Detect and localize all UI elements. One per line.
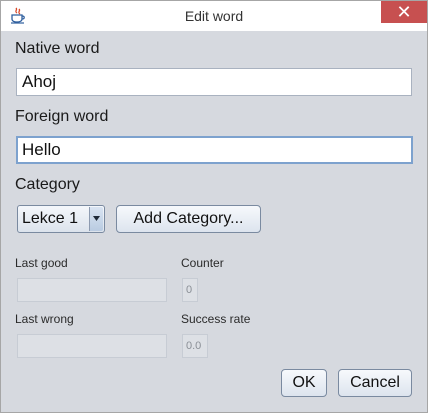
dialog-content: Native word Ahoj Foreign word Hello Cate… xyxy=(1,31,427,412)
edit-word-dialog: Edit word ✕ Native word Ahoj Foreign wor… xyxy=(0,0,428,413)
success-rate-label: Success rate xyxy=(181,312,251,326)
foreign-word-field[interactable]: Hello xyxy=(16,136,413,164)
ok-button[interactable]: OK xyxy=(281,369,327,397)
close-icon: ✕ xyxy=(396,2,412,22)
native-word-label: Native word xyxy=(15,40,100,57)
counter-field: 0 xyxy=(182,278,198,302)
chevron-down-icon[interactable] xyxy=(89,207,103,231)
cancel-button[interactable]: Cancel xyxy=(338,369,412,397)
success-rate-field: 0.0 xyxy=(182,334,208,358)
add-category-button[interactable]: Add Category... xyxy=(116,205,261,233)
counter-label: Counter xyxy=(181,256,224,270)
category-selected-value: Lekce 1 xyxy=(22,210,79,227)
category-select[interactable]: Lekce 1 xyxy=(17,205,105,233)
title-bar[interactable]: Edit word ✕ xyxy=(1,1,427,31)
category-label: Category xyxy=(15,176,80,193)
last-wrong-field xyxy=(17,334,167,358)
last-wrong-label: Last wrong xyxy=(15,312,74,326)
last-good-label: Last good xyxy=(15,256,68,270)
foreign-word-label: Foreign word xyxy=(15,108,109,125)
window-title: Edit word xyxy=(184,8,244,24)
last-good-field xyxy=(17,278,167,302)
close-button[interactable]: ✕ xyxy=(381,1,427,23)
native-word-field[interactable]: Ahoj xyxy=(16,68,412,96)
